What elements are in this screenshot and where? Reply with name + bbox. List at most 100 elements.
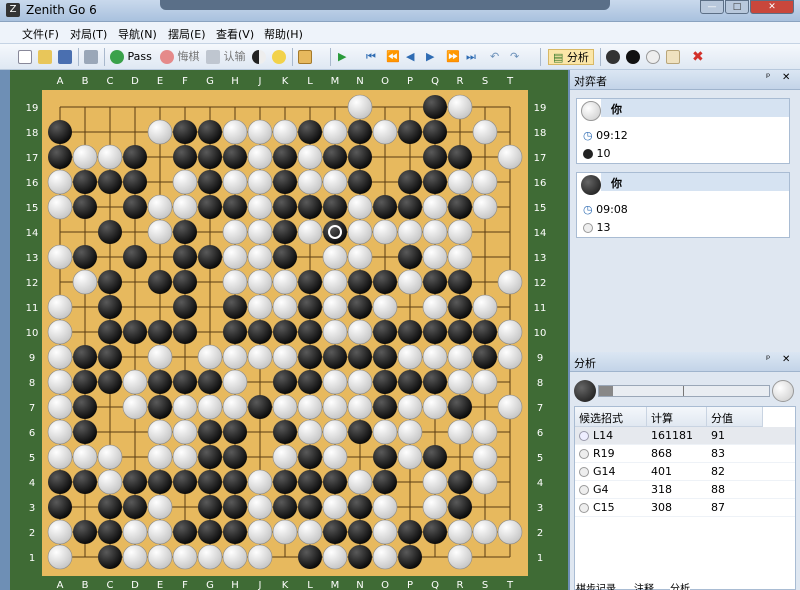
menu-help[interactable]: 帮助(H) — [264, 26, 303, 42]
white-stone — [422, 244, 448, 270]
last-icon[interactable]: ⏭ — [466, 49, 476, 65]
white-stone — [147, 219, 173, 245]
table-row[interactable]: G14 401 82 — [575, 463, 795, 481]
board-icon[interactable] — [298, 49, 312, 65]
eraser-icon[interactable] — [666, 49, 680, 65]
calc-cell: 868 — [651, 447, 672, 460]
black-stone — [248, 395, 272, 419]
overlay-toolbar — [160, 0, 610, 10]
white-stone — [472, 519, 498, 545]
white-stone — [447, 419, 473, 445]
white-stone — [322, 169, 348, 195]
black-stone — [98, 320, 122, 344]
minimize-button[interactable]: — — [700, 0, 724, 14]
white-stone — [47, 394, 73, 420]
analysis-button[interactable]: ▤ 分析 — [548, 49, 594, 65]
prev10-icon[interactable]: ⏪ — [386, 49, 400, 65]
black-stone-icon[interactable] — [626, 49, 640, 65]
captures-row: 10 — [583, 147, 611, 160]
column-score[interactable]: 分值 — [707, 407, 763, 427]
white-stone — [122, 369, 148, 395]
delete-icon[interactable]: ✖ — [692, 49, 704, 65]
pin-icon[interactable]: ᵖ — [766, 72, 770, 83]
black-stone — [198, 195, 222, 219]
menu-setup[interactable]: 摆局(E) — [168, 26, 206, 42]
white-stone — [497, 344, 523, 370]
play-icon[interactable]: ▶ — [338, 49, 346, 65]
panel-close-icon[interactable]: ✕ — [782, 72, 790, 83]
column-move[interactable]: 候选招式 — [575, 407, 647, 427]
menu-file[interactable]: 文件(F) — [22, 26, 59, 42]
next-icon[interactable]: ▶ — [426, 49, 434, 65]
pass-button[interactable]: Pass — [110, 49, 152, 65]
white-stone-icon[interactable] — [646, 49, 660, 65]
resign-button[interactable]: 认输 — [206, 49, 246, 65]
white-stone — [447, 244, 473, 270]
resign-label: 认输 — [223, 50, 246, 63]
white-stone — [222, 544, 248, 570]
row-label: 4 — [537, 478, 543, 489]
white-stone — [322, 244, 348, 270]
go-board[interactable]: AABBCCDDEEFFGGHHJJKKLLMMNNOOPPQQRRSSTT19… — [10, 70, 568, 590]
prev-icon[interactable]: ◀ — [406, 49, 414, 65]
white-stone — [372, 119, 398, 145]
black-stone — [348, 270, 372, 294]
tab-move-record[interactable]: 棋步记录 — [576, 580, 616, 590]
tab-analysis[interactable]: 分析 — [670, 580, 690, 590]
white-stone — [322, 269, 348, 295]
row-label: 1 — [537, 553, 543, 564]
stones-icon[interactable] — [606, 49, 620, 65]
table-row[interactable]: R19 868 83 — [575, 445, 795, 463]
table-row[interactable]: L14 161181 91 — [575, 427, 795, 445]
panel-close-icon[interactable]: ✕ — [782, 354, 790, 365]
toolbar-separator — [292, 48, 293, 66]
players-panel-title: 对弈者 — [574, 75, 607, 88]
black-stone — [198, 245, 222, 269]
black-stone — [398, 245, 422, 269]
hint-icon[interactable] — [272, 49, 286, 65]
next10-icon[interactable]: ⏩ — [446, 49, 460, 65]
white-stone — [347, 244, 373, 270]
row-label: 16 — [534, 178, 547, 189]
maximize-button[interactable]: □ — [725, 0, 749, 14]
move-cell: G14 — [593, 465, 616, 478]
row-label: 14 — [26, 228, 39, 239]
player-name: 你 — [601, 173, 789, 191]
tab-comments[interactable]: 注释 — [634, 580, 654, 590]
white-stone — [247, 194, 273, 220]
black-stone — [473, 320, 497, 344]
table-row[interactable]: C15 308 87 — [575, 499, 795, 517]
first-icon[interactable]: ⏮ — [366, 49, 376, 65]
save-icon[interactable] — [58, 49, 72, 65]
menu-navigate[interactable]: 导航(N) — [118, 26, 157, 42]
calc-cell: 401 — [651, 465, 672, 478]
table-row[interactable]: G4 318 88 — [575, 481, 795, 499]
black-stone — [273, 370, 297, 394]
black-stone — [98, 545, 122, 569]
undo-button[interactable]: 悔棋 — [160, 49, 200, 65]
white-stone — [447, 94, 473, 120]
row-label: 8 — [29, 378, 35, 389]
close-button[interactable]: ✕ — [750, 0, 794, 14]
column-label: L — [307, 580, 313, 590]
white-stone — [322, 369, 348, 395]
variation-icon[interactable]: ↶ — [490, 49, 499, 65]
white-stone — [347, 369, 373, 395]
white-stone — [447, 169, 473, 195]
column-calc[interactable]: 计算 — [647, 407, 707, 427]
pin-icon[interactable]: ᵖ — [766, 354, 770, 365]
new-icon[interactable] — [18, 49, 32, 65]
print-icon[interactable] — [84, 49, 98, 65]
white-stone — [372, 494, 398, 520]
column-label: P — [407, 580, 413, 590]
open-icon[interactable] — [38, 49, 52, 65]
score-icon[interactable] — [252, 49, 266, 65]
menu-game[interactable]: 对局(T) — [70, 26, 107, 42]
menu-view[interactable]: 查看(V) — [216, 26, 254, 42]
variation-redo-icon[interactable]: ↷ — [510, 49, 519, 65]
column-label: D — [131, 580, 139, 590]
row-label: 19 — [26, 103, 39, 114]
white-stone — [472, 169, 498, 195]
white-stone — [222, 344, 248, 370]
pass-label: Pass — [127, 50, 152, 63]
